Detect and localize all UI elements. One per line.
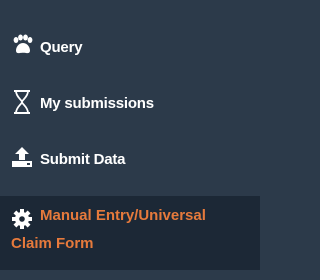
gear-icon	[11, 208, 33, 234]
hourglass-icon	[11, 89, 33, 119]
sidebar-item-manual-entry[interactable]: Manual Entry/Universal Claim Form	[0, 196, 260, 270]
upload-icon	[11, 146, 33, 172]
sidebar-item-query[interactable]: Query	[0, 30, 260, 64]
paw-icon	[11, 34, 33, 60]
sidebar-item-label: Manual Entry/Universal	[40, 207, 206, 224]
sidebar-nav: Query My submissions Submit Data Manual …	[0, 0, 260, 280]
sidebar-item-label-continued: Claim Form	[11, 235, 94, 252]
sidebar-item-label: Submit Data	[40, 150, 126, 168]
sidebar-bottom-strip	[0, 270, 260, 280]
sidebar-item-label: Query	[40, 38, 83, 56]
sidebar-item-my-submissions[interactable]: My submissions	[0, 86, 260, 120]
sidebar-item-label: My submissions	[40, 94, 154, 112]
sidebar-item-submit-data[interactable]: Submit Data	[0, 142, 260, 176]
